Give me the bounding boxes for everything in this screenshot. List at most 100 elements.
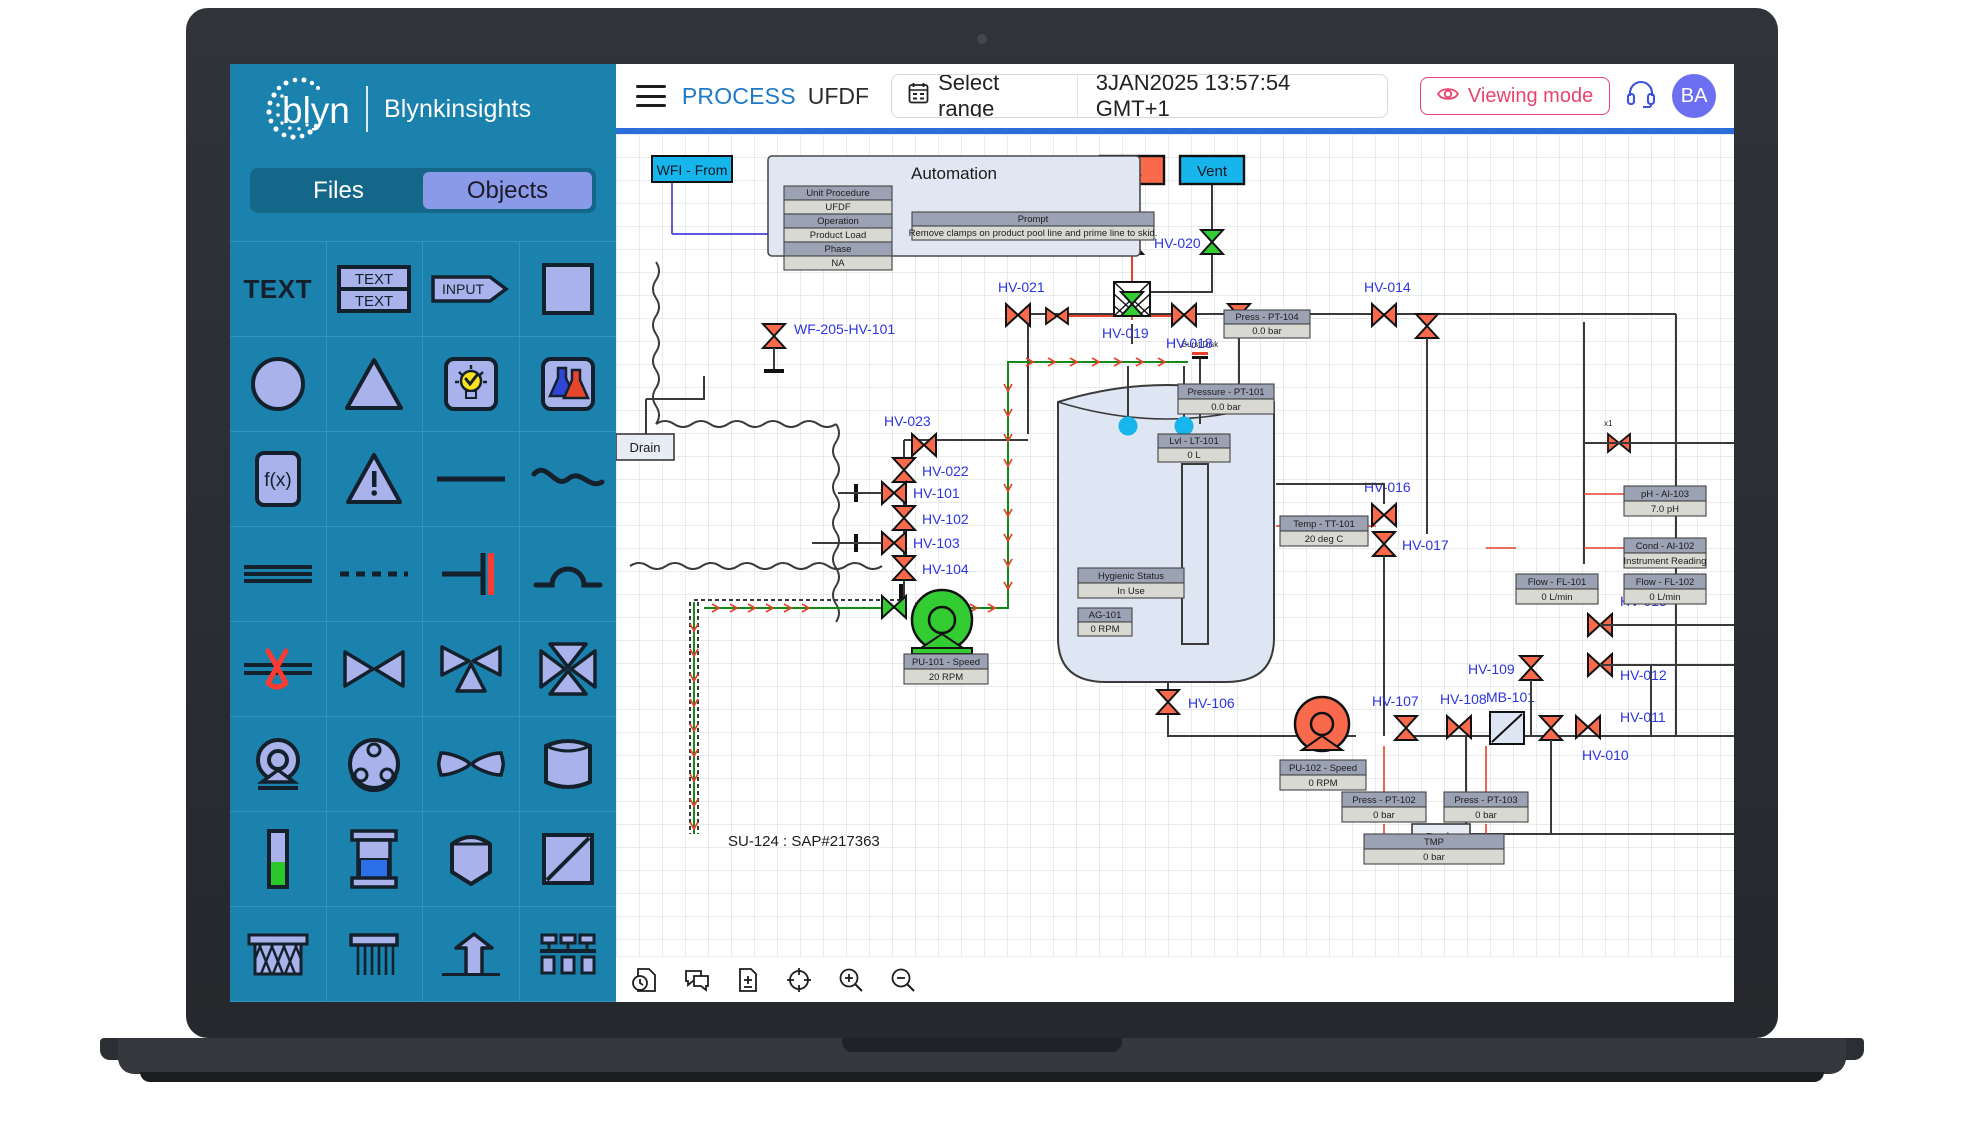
laptop-foot — [140, 1072, 1824, 1082]
screenshot-root: blynksolve Blynkinsights Files Objects T… — [0, 0, 1964, 1131]
palette-crossed-line-tool[interactable] — [230, 622, 327, 717]
palette-line-terminator-tool[interactable] — [423, 527, 520, 622]
palette-function-tool[interactable]: f(x) — [230, 432, 327, 527]
select-range-button[interactable]: Select range — [892, 75, 1078, 117]
palette-manifold-tool[interactable] — [520, 907, 617, 1002]
palette-level-indicator-tool[interactable] — [230, 812, 327, 907]
palette-circle-tool[interactable] — [230, 337, 327, 432]
svg-text:HV-022: HV-022 — [922, 463, 969, 479]
svg-text:UFDF: UFDF — [825, 202, 851, 213]
main-area: PROCESS UFDF Select range 3JAN2025 13:57… — [616, 64, 1734, 1002]
avatar[interactable]: BA — [1672, 74, 1716, 118]
su-annotation: SU-124 : SAP#217363 — [728, 833, 880, 850]
palette-filter-column-tool[interactable] — [327, 812, 424, 907]
brand-divider — [366, 86, 368, 132]
svg-text:HV-023: HV-023 — [884, 413, 931, 429]
palette-text-tool[interactable]: TEXT — [230, 242, 327, 337]
viewing-mode-label: Viewing mode — [1468, 85, 1593, 108]
svg-text:WF-205-HV-101: WF-205-HV-101 — [794, 321, 895, 337]
palette-multi-line-tool[interactable] — [230, 527, 327, 622]
palette-vessel-tool[interactable] — [520, 717, 617, 812]
palette-flasks-tool[interactable] — [520, 337, 617, 432]
instrument-pt-104: Press - PT-104 0.0 bar — [1224, 310, 1310, 338]
instrument-pt-101: Pressure - PT-101 0.0 bar — [1178, 384, 1274, 414]
headset-icon[interactable] — [1626, 80, 1656, 113]
range-value[interactable]: 3JAN2025 13:57:54 GMT+1 — [1078, 75, 1387, 117]
palette-agitator-tool[interactable] — [327, 717, 424, 812]
palette-gate-valve-tool[interactable] — [327, 622, 424, 717]
palette-pump-tool[interactable] — [230, 717, 327, 812]
svg-text:Phase: Phase — [825, 244, 852, 255]
svg-text:HV-103: HV-103 — [913, 535, 960, 551]
palette-packed-column-tool[interactable] — [327, 907, 424, 1002]
palette-dashed-line-tool[interactable] — [327, 527, 424, 622]
palette-arc-line-tool[interactable] — [520, 527, 617, 622]
process-label: PROCESS — [682, 83, 796, 110]
text-tool-label: TEXT — [244, 274, 312, 305]
svg-text:0 bar: 0 bar — [1423, 852, 1445, 863]
svg-text:Unit Procedure: Unit Procedure — [806, 188, 869, 199]
svg-text:Flow - FL-102: Flow - FL-102 — [1636, 577, 1695, 588]
svg-text:Operation: Operation — [817, 216, 859, 227]
viewing-mode-button[interactable]: Viewing mode — [1420, 77, 1610, 115]
svg-text:PU-102 - Speed: PU-102 - Speed — [1289, 763, 1357, 774]
svg-text:HV-107: HV-107 — [1372, 693, 1419, 709]
svg-text:Press - PT-102: Press - PT-102 — [1352, 795, 1415, 806]
svg-text:blynksolve: blynksolve — [282, 90, 350, 131]
palette-three-way-valve-tool[interactable] — [423, 622, 520, 717]
valve-WF-205-HV-101 — [763, 324, 785, 348]
svg-text:pH - AI-103: pH - AI-103 — [1641, 489, 1689, 500]
svg-text:7.0 pH: 7.0 pH — [1651, 504, 1679, 515]
svg-text:HV-021: HV-021 — [998, 279, 1045, 295]
fit-to-screen-icon[interactable] — [786, 967, 812, 993]
blynksolve-logo-icon: blynksolve — [254, 65, 350, 153]
palette-butterfly-tool[interactable] — [423, 717, 520, 812]
svg-text:Flow - FL-101: Flow - FL-101 — [1528, 577, 1587, 588]
export-icon[interactable] — [736, 967, 760, 993]
svg-text:HV-104: HV-104 — [922, 561, 969, 577]
svg-text:WFI - From: WFI - From — [657, 162, 728, 178]
palette-arrow-up-tool[interactable] — [423, 907, 520, 1002]
application-window: blynksolve Blynkinsights Files Objects T… — [230, 64, 1734, 1002]
diagram-canvas[interactable]: .ln{stroke:#3a3a3a;stroke-width:2;fill:n… — [616, 134, 1734, 956]
svg-text:HV-012: HV-012 — [1620, 667, 1667, 683]
svg-text:0 L/min: 0 L/min — [1649, 592, 1680, 603]
instrument-pu-101: PU-101 - Speed 20 RPM — [904, 654, 988, 684]
webcam-dot — [977, 34, 987, 44]
palette-wave-line-tool[interactable] — [520, 432, 617, 527]
svg-text:HV-108: HV-108 — [1440, 691, 1487, 707]
palette-warning-tool[interactable] — [327, 432, 424, 527]
pump-PU-102 — [1295, 697, 1349, 751]
palette-tank-tool[interactable] — [423, 812, 520, 907]
zoom-out-icon[interactable] — [890, 967, 916, 993]
tab-files[interactable]: Files — [254, 172, 423, 209]
svg-text:Temp - TT-101: Temp - TT-101 — [1293, 519, 1355, 530]
palette-two-row-text-tool[interactable]: TEXTTEXT — [327, 242, 424, 337]
palette-heat-exchanger-tool[interactable] — [520, 812, 617, 907]
history-icon[interactable] — [632, 967, 658, 993]
instrument-ai-103: pH - AI-103 7.0 pH — [1624, 486, 1706, 516]
svg-text:NA: NA — [831, 258, 845, 269]
svg-text:HV-101: HV-101 — [913, 485, 960, 501]
svg-text:Drain: Drain — [629, 440, 660, 455]
comments-icon[interactable] — [684, 968, 710, 992]
zoom-in-icon[interactable] — [838, 967, 864, 993]
svg-text:Press - PT-104: Press - PT-104 — [1235, 312, 1298, 323]
palette-rectangle-tool[interactable] — [520, 242, 617, 337]
svg-text:Product Load: Product Load — [810, 230, 867, 241]
palette-four-way-valve-tool[interactable] — [520, 622, 617, 717]
palette-triangle-tool[interactable] — [327, 337, 424, 432]
palette-line-tool[interactable] — [423, 432, 520, 527]
hamburger-icon[interactable] — [636, 85, 666, 107]
palette-mesh-filter-tool[interactable] — [230, 907, 327, 1002]
palette-idea-check-tool[interactable] — [423, 337, 520, 432]
tab-objects[interactable]: Objects — [423, 172, 592, 209]
svg-text:HV-109: HV-109 — [1468, 661, 1515, 677]
brand-header: blynksolve Blynkinsights — [230, 64, 616, 154]
object-palette: TEXT TEXTTEXT INPUT — [230, 241, 616, 1002]
svg-text:x1: x1 — [1604, 419, 1613, 428]
svg-text:HV-016: HV-016 — [1364, 479, 1411, 495]
pump-PU-101 — [912, 590, 972, 654]
palette-input-shape-tool[interactable]: INPUT — [423, 242, 520, 337]
product-name: Blynkinsights — [384, 95, 531, 124]
